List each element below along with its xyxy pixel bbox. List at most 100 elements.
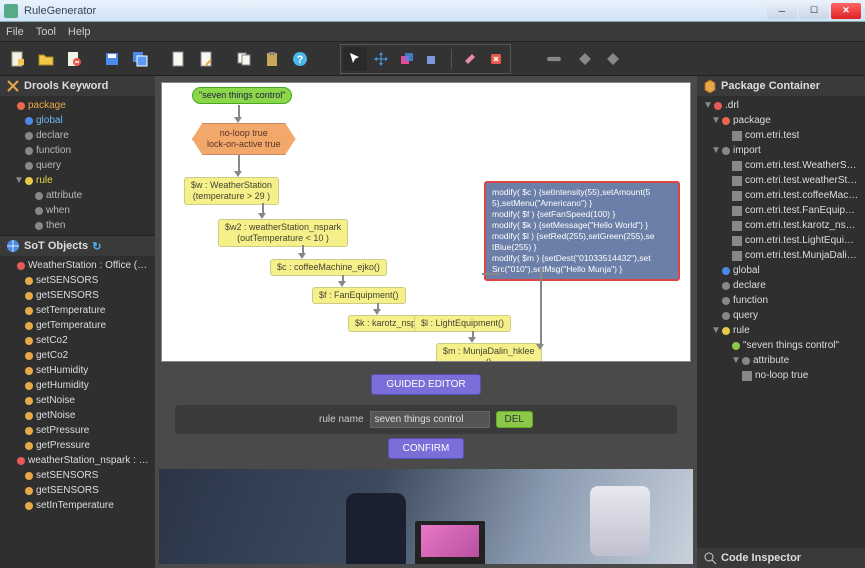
tree-item[interactable]: getPressure	[4, 438, 151, 453]
tree-item[interactable]: com.etri.test.FanEquipment	[701, 203, 861, 218]
tree-item[interactable]: when	[4, 203, 151, 218]
tree-item[interactable]: com.etri.test.weatherStation_nspark	[701, 173, 861, 188]
tree-item[interactable]: ▼import	[701, 143, 861, 158]
refresh-icon[interactable]: ↻	[92, 240, 101, 253]
tree-item[interactable]: setNoise	[4, 393, 151, 408]
magnifier-icon	[703, 551, 717, 565]
flowchart-canvas[interactable]: "seven things control" no-loop true lock…	[161, 82, 691, 362]
diamond-shape-icon[interactable]	[573, 47, 597, 71]
open-folder-icon[interactable]	[34, 47, 58, 71]
menu-help[interactable]: Help	[68, 26, 91, 38]
draw-tool-icon[interactable]	[421, 47, 445, 71]
rule-name-row: rule name DEL	[175, 405, 677, 434]
save-all-icon[interactable]	[128, 47, 152, 71]
tree-item[interactable]: ▼attribute	[701, 353, 861, 368]
condition-node-1[interactable]: $w : WeatherStation (temperature > 29 )	[184, 177, 279, 205]
condition-node-4[interactable]: $f : FanEquipment()	[312, 287, 406, 304]
page-icon[interactable]	[166, 47, 190, 71]
del-button[interactable]: DEL	[496, 411, 533, 428]
tree-item[interactable]: ▼.drl	[701, 98, 861, 113]
tree-item[interactable]: setInTemperature	[4, 498, 151, 513]
tree-item[interactable]: global	[4, 113, 151, 128]
tree-item[interactable]: setPressure	[4, 423, 151, 438]
tree-item[interactable]: com.etri.test	[701, 128, 861, 143]
tree-item[interactable]: "seven things control"	[701, 338, 861, 353]
copy-icon[interactable]	[232, 47, 256, 71]
package-container-header: Package Container	[697, 76, 865, 96]
tree-item[interactable]: weatherStation_nspark : 본관 (nspark)	[4, 453, 151, 468]
tree-item[interactable]: getNoise	[4, 408, 151, 423]
tree-item[interactable]: com.etri.test.karotz_nspark	[701, 218, 861, 233]
paste-icon[interactable]	[260, 47, 284, 71]
condition-node-6[interactable]: $l : LightEquipment()	[414, 315, 511, 332]
pill-shape-icon[interactable]	[539, 47, 569, 71]
close-button[interactable]: ✕	[831, 3, 861, 19]
tree-item[interactable]: WeatherStation : Office (hklee)	[4, 258, 151, 273]
tree-item[interactable]: ▼rule	[701, 323, 861, 338]
select-tool-icon[interactable]	[395, 47, 419, 71]
tree-item[interactable]: function	[4, 143, 151, 158]
guided-editor-button[interactable]: GUIDED EDITOR	[371, 374, 480, 395]
tree-item[interactable]: query	[4, 158, 151, 173]
tree-item[interactable]: getTemperature	[4, 318, 151, 333]
start-node[interactable]: "seven things control"	[192, 87, 292, 104]
eraser-tool-icon[interactable]	[458, 47, 482, 71]
menu-tool[interactable]: Tool	[36, 26, 56, 38]
tree-item[interactable]: query	[701, 308, 861, 323]
robot-figure	[590, 486, 650, 556]
pointer-tool-icon[interactable]	[343, 47, 367, 71]
tree-item[interactable]: then	[4, 218, 151, 233]
attribute-node[interactable]: no-loop true lock-on-active true	[192, 123, 296, 155]
tree-item[interactable]: getSENSORS	[4, 483, 151, 498]
tree-item[interactable]: com.etri.test.coffeeMachine_ejko	[701, 188, 861, 203]
confirm-button[interactable]: CONFIRM	[388, 438, 465, 459]
condition-node-7[interactable]: $m : MunjaDalin_hklee ()	[436, 343, 542, 362]
tree-item[interactable]: setSENSORS	[4, 468, 151, 483]
scissors-icon	[6, 79, 20, 93]
maximize-button[interactable]: ☐	[799, 3, 829, 19]
save-icon[interactable]	[100, 47, 124, 71]
menu-file[interactable]: File	[6, 26, 24, 38]
right-sidebar: Package Container ▼.drl▼packagecom.etri.…	[697, 76, 865, 568]
move-tool-icon[interactable]	[369, 47, 393, 71]
tree-item[interactable]: getHumidity	[4, 378, 151, 393]
tree-item[interactable]: setTemperature	[4, 303, 151, 318]
center-area: "seven things control" no-loop true lock…	[155, 76, 697, 568]
rule-name-input[interactable]	[370, 411, 490, 428]
toolbar: ?	[0, 42, 865, 76]
help-icon[interactable]: ?	[288, 47, 312, 71]
diamond-shape-2-icon[interactable]	[601, 47, 625, 71]
tree-item[interactable]: no-loop true	[701, 368, 861, 383]
tree-item[interactable]: setCo2	[4, 333, 151, 348]
page-edit-icon[interactable]	[194, 47, 218, 71]
package-tree[interactable]: ▼.drl▼packagecom.etri.test▼importcom.etr…	[697, 96, 865, 548]
code-inspector-header[interactable]: Code Inspector	[697, 548, 865, 568]
condition-node-2[interactable]: $w2 : weatherStation_nspark (outTemperat…	[218, 219, 348, 247]
camera-feed	[159, 469, 693, 564]
tree-item[interactable]: ▼rule	[4, 173, 151, 188]
drools-tree[interactable]: packageglobaldeclarefunctionquery▼ruleat…	[0, 96, 155, 235]
tree-item[interactable]: attribute	[4, 188, 151, 203]
condition-node-3[interactable]: $c : coffeeMachine_ejko()	[270, 259, 387, 276]
action-block[interactable]: modify( $c ) {setIntensity(55),setAmount…	[484, 181, 680, 281]
minimize-button[interactable]: ─	[767, 3, 797, 19]
tree-item[interactable]: setHumidity	[4, 363, 151, 378]
new-file-icon[interactable]	[6, 47, 30, 71]
tree-item[interactable]: function	[701, 293, 861, 308]
tree-item[interactable]: getSENSORS	[4, 288, 151, 303]
tree-item[interactable]: com.etri.test.MunjaDalin_hklee	[701, 248, 861, 263]
tree-item[interactable]: global	[701, 263, 861, 278]
menubar: File Tool Help	[0, 22, 865, 42]
tree-item[interactable]: ▼package	[701, 113, 861, 128]
tree-item[interactable]: declare	[4, 128, 151, 143]
rule-name-label: rule name	[319, 414, 363, 425]
tree-item[interactable]: com.etri.test.WeatherStation	[701, 158, 861, 173]
delete-file-icon[interactable]	[62, 47, 86, 71]
delete-tool-icon[interactable]	[484, 47, 508, 71]
tree-item[interactable]: getCo2	[4, 348, 151, 363]
tree-item[interactable]: declare	[701, 278, 861, 293]
sot-tree[interactable]: WeatherStation : Office (hklee)setSENSOR…	[0, 256, 155, 515]
tree-item[interactable]: com.etri.test.LightEquipment	[701, 233, 861, 248]
tree-item[interactable]: package	[4, 98, 151, 113]
tree-item[interactable]: setSENSORS	[4, 273, 151, 288]
